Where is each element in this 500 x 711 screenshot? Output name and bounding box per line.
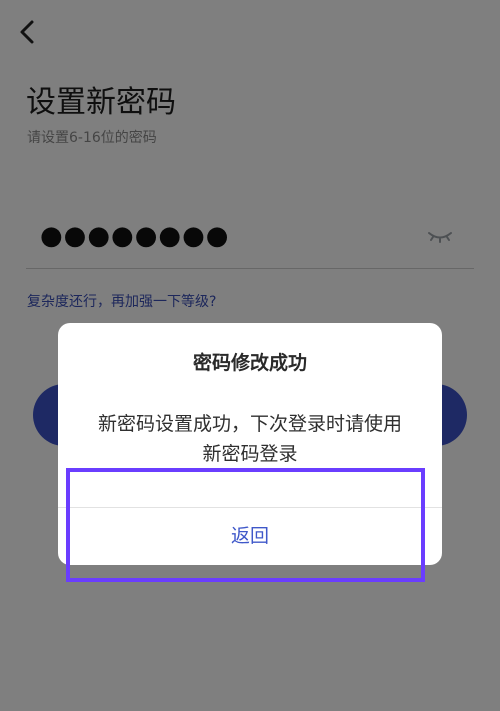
highlight-box: [66, 468, 425, 582]
dialog-message: 新密码设置成功，下次登录时请使用新密码登录: [97, 413, 402, 465]
dialog-title: 密码修改成功: [192, 352, 307, 374]
